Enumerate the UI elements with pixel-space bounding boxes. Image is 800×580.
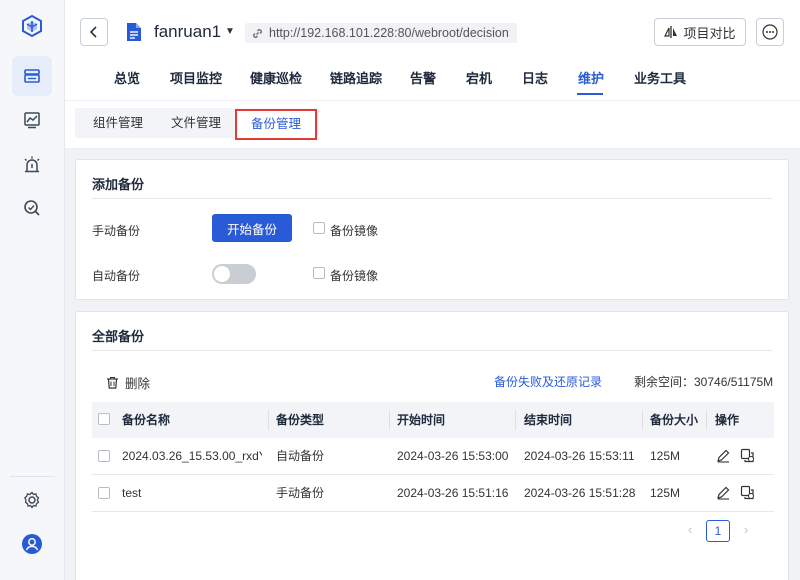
col-header-type: 备份类型 — [276, 413, 325, 427]
trash-icon — [107, 376, 118, 389]
backup-size: 125M — [650, 486, 681, 500]
restore-copy-icon[interactable] — [740, 448, 755, 466]
tab-project-monitor[interactable]: 项目监控 — [170, 68, 222, 87]
mirror-label-manual: 备份镜像 — [330, 224, 379, 238]
search-badge-icon[interactable] — [12, 188, 52, 228]
tab-trace[interactable]: 链路追踪 — [330, 68, 382, 87]
start-backup-button[interactable]: 开始备份 — [212, 214, 292, 242]
left-rail — [0, 0, 65, 580]
auto-backup-label: 自动备份 — [92, 269, 141, 283]
col-header-name: 备份名称 — [122, 413, 171, 427]
tab-alarm[interactable]: 告警 — [410, 68, 436, 87]
main-panel: fanruan1 ▼ http://192.168.101.228:80/web… — [65, 0, 800, 580]
alarm-icon[interactable] — [12, 145, 52, 185]
select-all-checkbox[interactable] — [98, 413, 110, 425]
back-button[interactable] — [80, 18, 108, 46]
url-text: http://192.168.101.228:80/webroot/decisi… — [269, 26, 509, 40]
top-bar: fanruan1 ▼ http://192.168.101.228:80/web… — [65, 0, 800, 100]
divider — [92, 198, 772, 199]
column-divider — [515, 410, 516, 430]
subtab-backup[interactable]: 备份管理 — [235, 109, 317, 140]
page-button-current[interactable]: 1 — [706, 520, 730, 542]
backup-name: 2024.03.26_15.53.00_rxdYi — [122, 449, 262, 463]
remaining-space: 剩余空间：30746/51175M — [634, 375, 774, 389]
backup-name: test — [122, 486, 142, 500]
backup-type: 手动备份 — [276, 486, 325, 500]
next-page-icon[interactable]: › — [744, 522, 748, 537]
settings-icon[interactable] — [12, 480, 52, 520]
prev-page-icon[interactable]: ‹ — [688, 522, 692, 537]
tab-health-check[interactable]: 健康巡检 — [250, 68, 302, 87]
row-checkbox[interactable] — [98, 487, 110, 499]
col-header-size: 备份大小 — [650, 413, 699, 427]
subtab-components[interactable]: 组件管理 — [93, 108, 143, 138]
auto-backup-toggle[interactable] — [212, 264, 256, 284]
sub-tabs: 组件管理 文件管理 备份管理 — [65, 100, 800, 149]
tab-downtime[interactable]: 宕机 — [466, 68, 492, 87]
failure-restore-link[interactable]: 备份失败及还原记录 — [494, 373, 602, 390]
compare-label: 项目对比 — [683, 25, 736, 41]
caret-down-icon[interactable]: ▼ — [225, 26, 235, 37]
mirror-checkbox-manual[interactable] — [313, 222, 325, 234]
table-row: test 手动备份 2024-03-26 15:51:16 2024-03-26… — [92, 475, 774, 512]
main-nav-tabs: 总览 项目监控 健康巡检 链路追踪 告警 宕机 日志 维护 业务工具 — [65, 62, 800, 96]
row-checkbox[interactable] — [98, 450, 110, 462]
document-icon — [125, 22, 143, 45]
column-divider — [389, 410, 390, 430]
table-header: 备份名称 备份类型 开始时间 结束时间 备份大小 操作 — [92, 402, 774, 438]
more-dots-icon — [762, 24, 778, 40]
backup-type: 自动备份 — [276, 449, 325, 463]
col-header-end: 结束时间 — [524, 413, 573, 427]
user-icon[interactable] — [12, 524, 52, 564]
add-backup-title: 添加备份 — [92, 177, 145, 192]
all-backups-title: 全部备份 — [92, 329, 145, 344]
col-header-start: 开始时间 — [397, 413, 446, 427]
backup-start: 2024-03-26 15:51:16 — [397, 486, 509, 500]
app-logo-icon[interactable] — [12, 6, 52, 46]
compare-icon — [664, 26, 678, 38]
subtab-files[interactable]: 文件管理 — [171, 108, 221, 138]
chevron-left-icon — [89, 26, 97, 38]
trend-chart-icon[interactable] — [12, 100, 52, 140]
content-area: 添加备份 手动备份 开始备份 备份镜像 自动备份 备份镜像 全部备份 删除 备份… — [65, 149, 800, 580]
mirror-checkbox-auto[interactable] — [313, 267, 325, 279]
toggle-knob — [214, 266, 230, 282]
backup-start: 2024-03-26 15:53:00 — [397, 449, 509, 463]
manual-backup-label: 手动备份 — [92, 224, 141, 238]
mirror-label-auto: 备份镜像 — [330, 269, 379, 283]
column-divider — [268, 410, 269, 430]
column-divider — [642, 410, 643, 430]
tab-logs[interactable]: 日志 — [522, 68, 548, 87]
tab-maintenance[interactable]: 维护 — [578, 68, 604, 87]
tab-overview[interactable]: 总览 — [114, 68, 140, 87]
backup-size: 125M — [650, 449, 681, 463]
column-divider — [706, 410, 707, 430]
active-tab-indicator — [577, 93, 603, 95]
backup-end: 2024-03-26 15:51:28 — [524, 486, 636, 500]
layers-icon[interactable] — [12, 56, 52, 96]
edit-icon[interactable] — [716, 485, 731, 503]
rail-divider — [10, 476, 55, 477]
project-name[interactable]: fanruan1 — [154, 22, 221, 42]
delete-label: 删除 — [125, 377, 151, 391]
divider — [92, 350, 772, 351]
more-button[interactable] — [756, 18, 784, 46]
all-backups-card: 全部备份 删除 备份失败及还原记录 剩余空间：30746/51175M 备份名称… — [75, 311, 789, 580]
delete-button[interactable]: 删除 — [106, 373, 150, 392]
compare-button[interactable]: 项目对比 — [654, 18, 746, 46]
edit-icon[interactable] — [716, 448, 731, 466]
backup-end: 2024-03-26 15:53:11 — [524, 449, 635, 463]
tab-business-tools[interactable]: 业务工具 — [634, 68, 686, 87]
table-row: 2024.03.26_15.53.00_rxdYi 自动备份 2024-03-2… — [92, 438, 774, 475]
restore-copy-icon[interactable] — [740, 485, 755, 503]
url-box: http://192.168.101.228:80/webroot/decisi… — [245, 23, 517, 43]
add-backup-card: 添加备份 手动备份 开始备份 备份镜像 自动备份 备份镜像 — [75, 159, 789, 300]
link-icon — [253, 28, 262, 38]
col-header-actions: 操作 — [715, 413, 740, 427]
